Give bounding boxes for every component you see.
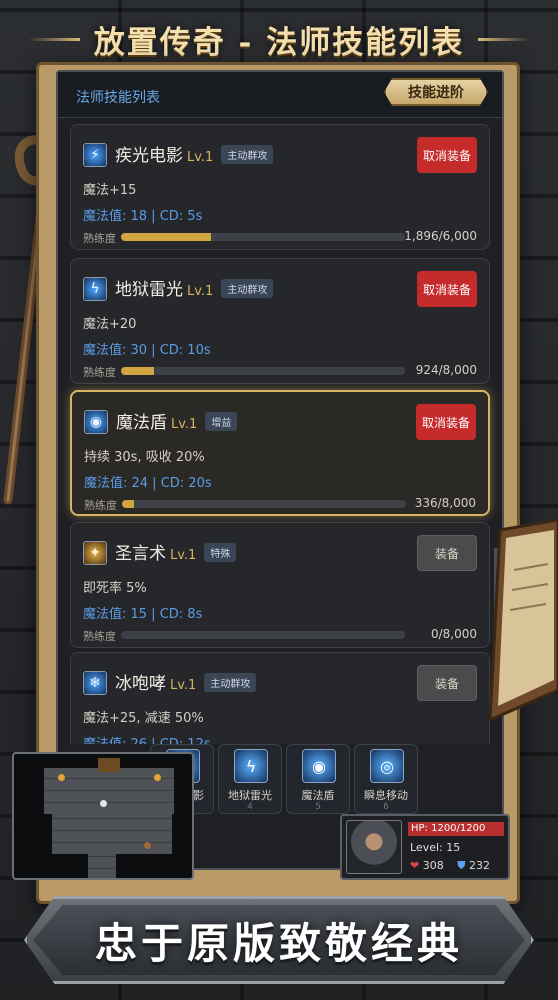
proficiency-bar-fill xyxy=(122,500,134,508)
skill-level: Lv.1 xyxy=(187,150,214,165)
skill-mp-cd: 魔法值: 24 | CD: 20s xyxy=(84,476,212,491)
skill-card[interactable]: ✦ 圣言术 Lv.1 特殊 装备 即死率 5% 魔法值: 15 | CD: 8s 熟… xyxy=(70,522,490,648)
dungeon-minimap[interactable] xyxy=(12,752,194,880)
skill-card-selected[interactable]: ◉ 魔法盾 Lv.1 增益 取消装备 持续 30s, 吸收 20% 魔法值: 24 … xyxy=(70,390,490,516)
skill-name: 圣言术 Lv.1 特殊 xyxy=(115,539,237,564)
shield-icon: ⛊ xyxy=(457,859,466,872)
unequip-button[interactable]: 取消装备 xyxy=(417,271,477,307)
spell-book-icon xyxy=(488,520,558,720)
hp-bar: HP: 1200/1200 xyxy=(408,822,504,836)
panel-header: 法师技能列表 技能进阶 xyxy=(58,72,502,118)
skill-tag: 增益 xyxy=(205,412,238,431)
title-ornament-right xyxy=(478,37,531,41)
skill-tag: 主动群攻 xyxy=(204,673,257,692)
skill-mp-cd: 魔法值: 18 | CD: 5s xyxy=(83,209,203,224)
proficiency-bar xyxy=(121,631,405,639)
panel-title: 法师技能列表 xyxy=(76,90,160,106)
skill-name: 疾光电影 Lv.1 主动群攻 xyxy=(115,141,274,166)
skill-description: 魔法+15 xyxy=(83,183,137,198)
equip-button[interactable]: 装备 xyxy=(417,665,477,701)
defense-value: 232 xyxy=(468,859,490,872)
skill-name: 魔法盾 Lv.1 增益 xyxy=(116,408,238,433)
thunder-icon: ϟ xyxy=(83,277,107,301)
skill-tag: 主动群攻 xyxy=(221,145,274,164)
magic-shield-icon: ◉ xyxy=(302,749,336,783)
skill-level: Lv.1 xyxy=(170,678,197,693)
unequip-button[interactable]: 取消装备 xyxy=(417,137,477,173)
skill-level: Lv.1 xyxy=(171,417,198,432)
unequip-button[interactable]: 取消装备 xyxy=(416,404,476,440)
character-stats: ❤ 308 ⛊ 232 xyxy=(410,859,490,873)
proficiency-value: 924/8,000 xyxy=(415,363,477,377)
proficiency-label: 熟练度 xyxy=(83,630,116,643)
slot-name: 魔法盾 xyxy=(301,789,335,802)
proficiency-label: 熟练度 xyxy=(83,366,116,379)
slot-number: 5 xyxy=(315,802,321,812)
skill-slot[interactable]: ◎ 瞬息移动 6 xyxy=(354,744,418,814)
skill-card[interactable]: ⚡ 疾光电影 Lv.1 主动群攻 取消装备 魔法+15 魔法值: 18 | CD: … xyxy=(70,124,490,250)
skill-name: 冰咆哮 Lv.1 主动群攻 xyxy=(115,669,257,694)
skill-description: 魔法+25, 减速 50% xyxy=(83,711,204,726)
character-status[interactable]: HP: 1200/1200 Level: 15 ❤ 308 ⛊ 232 xyxy=(340,814,510,880)
proficiency-bar xyxy=(121,367,405,375)
skill-name: 地狱雷光 Lv.1 主动群攻 xyxy=(115,275,274,300)
top-title: 放置传奇 - 法师技能列表 xyxy=(0,12,558,66)
slot-name: 瞬息移动 xyxy=(364,789,408,802)
skill-slot[interactable]: ϟ 地狱雷光 4 xyxy=(218,744,282,814)
ice-roar-icon: ❄ xyxy=(83,671,107,695)
thunder-icon: ϟ xyxy=(234,749,268,783)
proficiency-bar xyxy=(121,233,405,241)
health-value: 308 xyxy=(422,859,444,872)
page-title: 放置传奇 - 法师技能列表 xyxy=(93,24,465,61)
torch-icon xyxy=(154,774,161,781)
skill-tag: 主动群攻 xyxy=(221,279,274,298)
skill-slot[interactable]: ◉ 魔法盾 5 xyxy=(286,744,350,814)
skill-mp-cd: 魔法值: 30 | CD: 10s xyxy=(83,343,211,358)
minimap-corridor xyxy=(88,854,116,878)
skill-advance-button[interactable]: 技能进阶 xyxy=(384,78,488,106)
magic-shield-icon: ◉ xyxy=(84,410,108,434)
equip-button[interactable]: 装备 xyxy=(417,535,477,571)
skill-level: Lv.1 xyxy=(170,548,197,563)
promo-banner: 忠于原版致敬经典 xyxy=(24,896,534,984)
heart-icon: ❤ xyxy=(410,859,420,872)
chest-icon xyxy=(144,842,151,849)
slot-number: 6 xyxy=(383,802,389,812)
skill-description: 魔法+20 xyxy=(83,317,137,332)
proficiency-value: 336/8,000 xyxy=(414,496,476,510)
holy-word-icon: ✦ xyxy=(83,541,107,565)
minimap-room xyxy=(52,814,172,854)
skill-description: 即死率 5% xyxy=(83,581,147,596)
proficiency-label: 熟练度 xyxy=(84,499,117,512)
lightning-icon: ⚡ xyxy=(83,143,107,167)
slot-number: 4 xyxy=(247,802,253,812)
proficiency-value: 1,896/6,000 xyxy=(404,229,477,243)
title-ornament-left xyxy=(27,37,80,41)
minimap-door xyxy=(98,758,120,772)
skill-card[interactable]: ϟ 地狱雷光 Lv.1 主动群攻 取消装备 魔法+20 魔法值: 30 | CD: … xyxy=(70,258,490,384)
proficiency-bar xyxy=(122,500,406,508)
skill-tag: 特殊 xyxy=(204,543,237,562)
teleport-icon: ◎ xyxy=(370,749,404,783)
hooded-mage-avatar xyxy=(346,820,402,874)
proficiency-bar-fill xyxy=(121,367,154,375)
proficiency-bar-fill xyxy=(121,233,211,241)
slot-name: 地狱雷光 xyxy=(228,789,272,802)
proficiency-label: 熟练度 xyxy=(83,232,116,245)
player-marker-icon xyxy=(100,800,107,807)
skill-mp-cd: 魔法值: 15 | CD: 8s xyxy=(83,607,203,622)
skill-card[interactable]: ❄ 冰咆哮Lv.1主动群攻 装备 魔法+25, 减速 50% 魔法值: 26 |… xyxy=(70,652,490,744)
character-level: Level: 15 xyxy=(410,841,461,854)
banner-text: 忠于原版致敬经典 xyxy=(94,918,463,968)
torch-icon xyxy=(58,774,65,781)
skill-description: 持续 30s, 吸收 20% xyxy=(84,450,205,465)
skill-level: Lv.1 xyxy=(187,284,214,299)
